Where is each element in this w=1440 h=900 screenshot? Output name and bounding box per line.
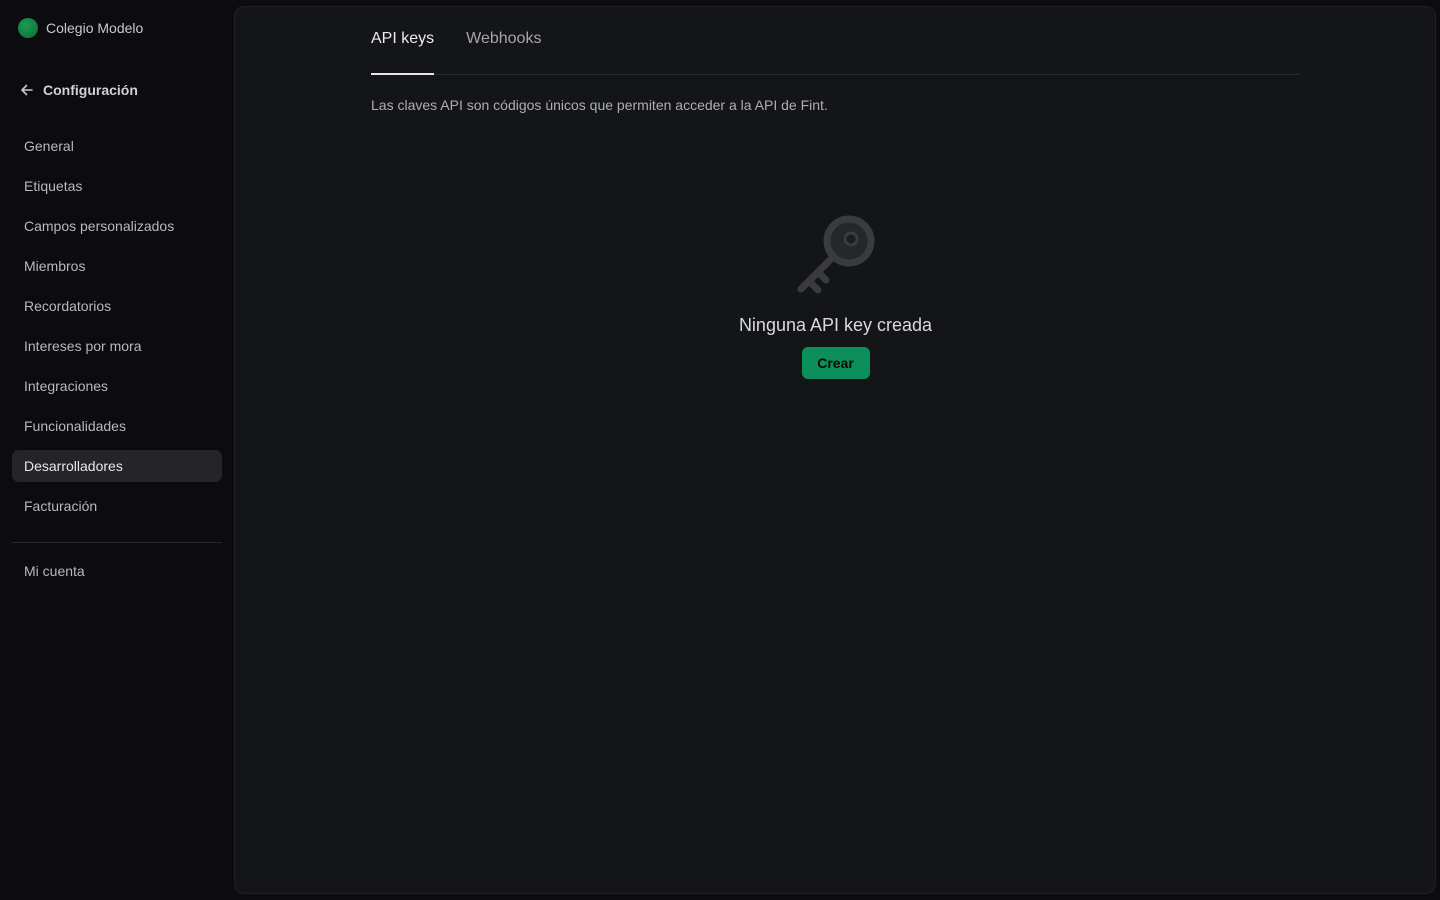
app-window: Colegio Modelo Configuración General Eti… (0, 0, 1440, 900)
sidebar-item-integraciones[interactable]: Integraciones (12, 370, 222, 402)
api-keys-description: Las claves API son códigos únicos que pe… (371, 97, 828, 113)
arrow-left-icon (21, 84, 33, 96)
sidebar-item-general[interactable]: General (12, 130, 222, 162)
developers-content: API keys Webhooks Las claves API son cód… (371, 7, 1300, 379)
sidebar-item-etiquetas[interactable]: Etiquetas (12, 170, 222, 202)
org-logo (18, 18, 38, 38)
sidebar: Colegio Modelo Configuración General Eti… (0, 0, 234, 900)
main-panel: API keys Webhooks Las claves API son cód… (234, 6, 1436, 894)
org-switcher[interactable]: Colegio Modelo (18, 18, 143, 38)
tab-webhooks[interactable]: Webhooks (466, 6, 541, 74)
sidebar-item-campos-personalizados[interactable]: Campos personalizados (12, 210, 222, 242)
empty-state: Ninguna API key creada Crear (371, 211, 1300, 379)
tab-api-keys[interactable]: API keys (371, 6, 435, 75)
sidebar-item-miembros[interactable]: Miembros (12, 250, 222, 282)
sidebar-item-intereses-por-mora[interactable]: Intereses por mora (12, 330, 222, 362)
tab-bar: API keys Webhooks (371, 7, 1300, 75)
sidebar-item-mi-cuenta[interactable]: Mi cuenta (12, 555, 222, 587)
settings-nav: General Etiquetas Campos personalizados … (12, 130, 222, 530)
org-name: Colegio Modelo (46, 20, 144, 36)
key-icon (797, 215, 874, 294)
sidebar-item-facturacion[interactable]: Facturación (12, 490, 222, 522)
create-api-key-button[interactable]: Crear (801, 347, 870, 379)
back-to-settings-link[interactable]: Configuración (20, 80, 138, 100)
sidebar-item-recordatorios[interactable]: Recordatorios (12, 290, 222, 322)
sidebar-item-funcionalidades[interactable]: Funcionalidades (12, 410, 222, 442)
sidebar-item-desarrolladores[interactable]: Desarrolladores (12, 450, 222, 482)
sidebar-divider (12, 542, 222, 543)
empty-state-title: Ninguna API key creada (738, 315, 933, 335)
back-label: Configuración (43, 82, 138, 98)
